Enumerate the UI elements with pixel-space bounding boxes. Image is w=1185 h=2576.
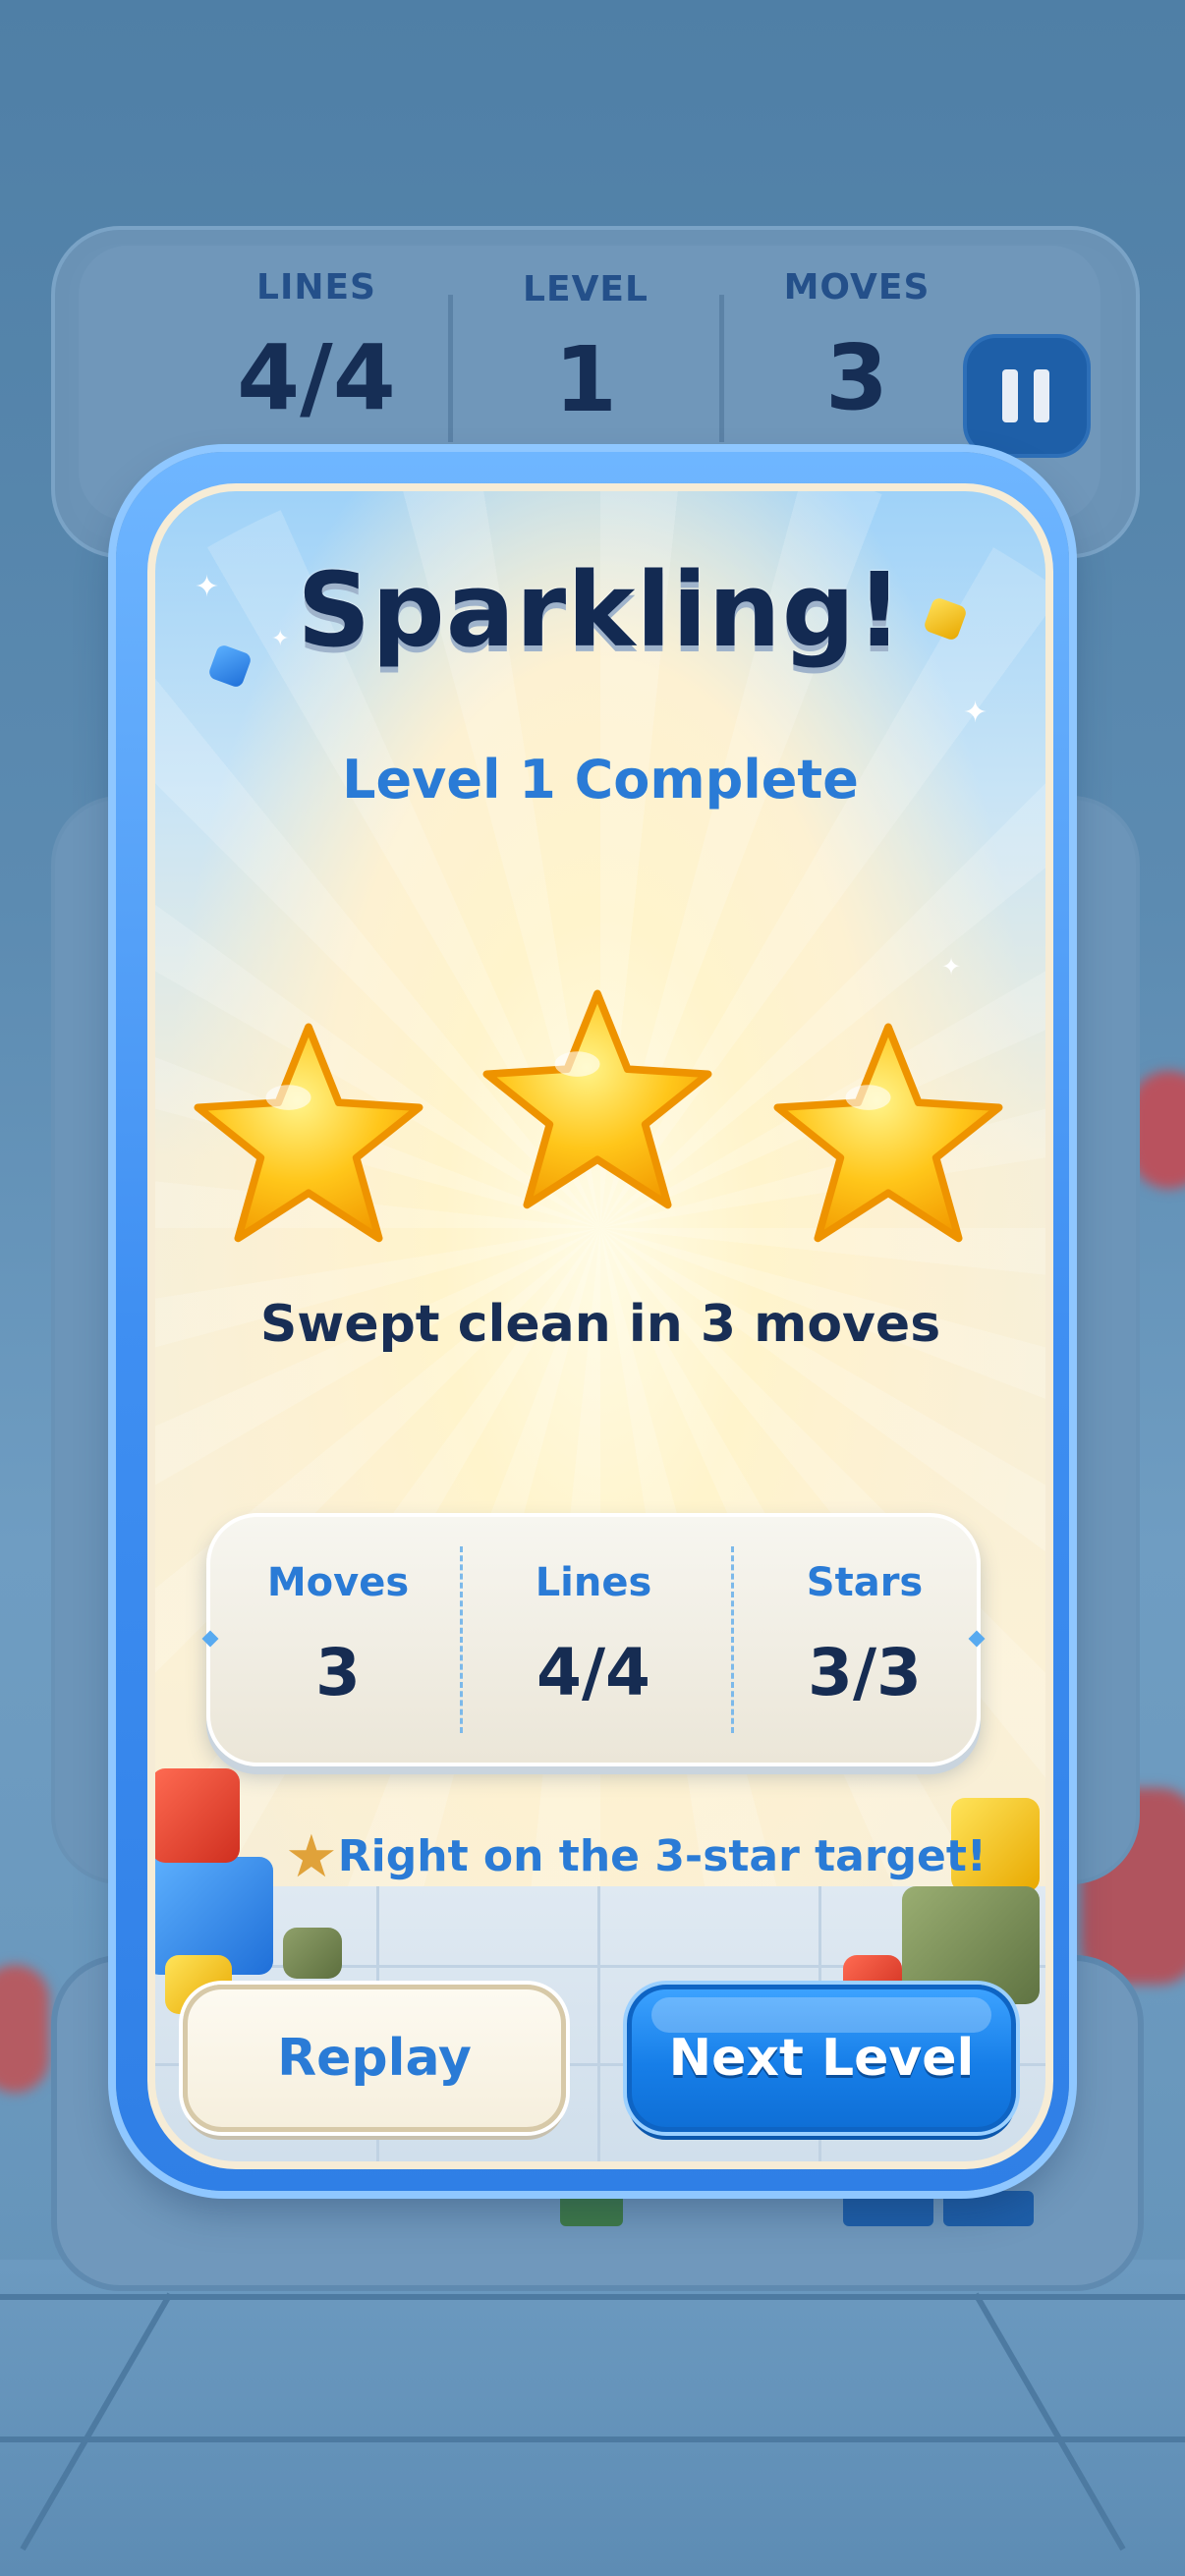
hud-level-value: 1 — [553, 327, 617, 432]
stat-stars-value: 3/3 — [808, 1635, 922, 1710]
stat-lines-value: 4/4 — [536, 1635, 650, 1710]
next-level-button[interactable]: Next Level — [627, 1985, 1016, 2132]
tray-piece — [843, 2191, 933, 2226]
stat-moves-value: 3 — [315, 1635, 361, 1710]
replay-button-label: Replay — [277, 2029, 472, 2088]
stat-lines: Lines 4/4 — [466, 1517, 721, 1763]
tray-piece — [943, 2191, 1034, 2226]
tray-piece — [560, 2191, 623, 2226]
star-icon — [194, 1023, 423, 1243]
stat-divider — [731, 1546, 734, 1733]
level-complete-modal: ✦ ✦ ✦ ✦ Sparkling! Level 1 Complete Swep… — [147, 483, 1053, 2169]
replay-button[interactable]: Replay — [183, 1985, 566, 2132]
hud-lines-value: 4/4 — [237, 325, 396, 430]
hud-moves-label: MOVES — [783, 267, 931, 308]
floor-line — [0, 2294, 1185, 2300]
hud-lines-label: LINES — [256, 267, 376, 308]
stat-stars: Stars 3/3 — [737, 1517, 992, 1763]
target-note-text: Right on the 3-star target! — [337, 1831, 987, 1881]
star-icon — [482, 989, 712, 1209]
next-level-button-label: Next Level — [668, 2029, 975, 2088]
modal-title: Sparkling! — [297, 550, 904, 670]
hud-level: LEVEL 1 — [458, 269, 713, 432]
star-icon — [773, 1023, 1003, 1243]
sparkle-icon: ✦ — [963, 696, 988, 730]
stat-lines-label: Lines — [535, 1560, 652, 1605]
hud-divider — [719, 295, 724, 442]
pause-icon — [1034, 369, 1049, 422]
modal-subtitle: Level 1 Complete — [342, 749, 859, 811]
pause-button[interactable] — [963, 334, 1091, 458]
stats-card: Moves 3 Lines 4/4 Stars 3/3 — [201, 1513, 986, 1766]
sparkle-icon: ✦ — [941, 953, 962, 980]
grid-line — [597, 1886, 600, 2161]
stat-moves: Moves 3 — [210, 1517, 466, 1763]
stat-moves-label: Moves — [266, 1560, 410, 1605]
pause-icon — [1002, 369, 1018, 422]
background-block — [0, 1965, 49, 2093]
hud-moves: MOVES 3 — [729, 267, 985, 430]
stat-stars-label: Stars — [806, 1560, 924, 1605]
stat-divider — [460, 1546, 463, 1733]
summary-text: Swept clean in 3 moves — [259, 1295, 941, 1354]
hud-level-label: LEVEL — [523, 269, 649, 309]
star-icon: ★ — [285, 1822, 338, 1891]
hud-lines: LINES 4/4 — [189, 267, 444, 430]
green-cube — [283, 1928, 342, 1979]
target-note: ★Right on the 3-star target! — [285, 1822, 987, 1891]
floor — [0, 2260, 1185, 2576]
red-cube — [155, 1768, 240, 1863]
hud-divider — [448, 295, 453, 442]
hud-moves-value: 3 — [824, 325, 888, 430]
button-shine — [651, 1997, 991, 2033]
floor-line — [0, 2436, 1185, 2442]
